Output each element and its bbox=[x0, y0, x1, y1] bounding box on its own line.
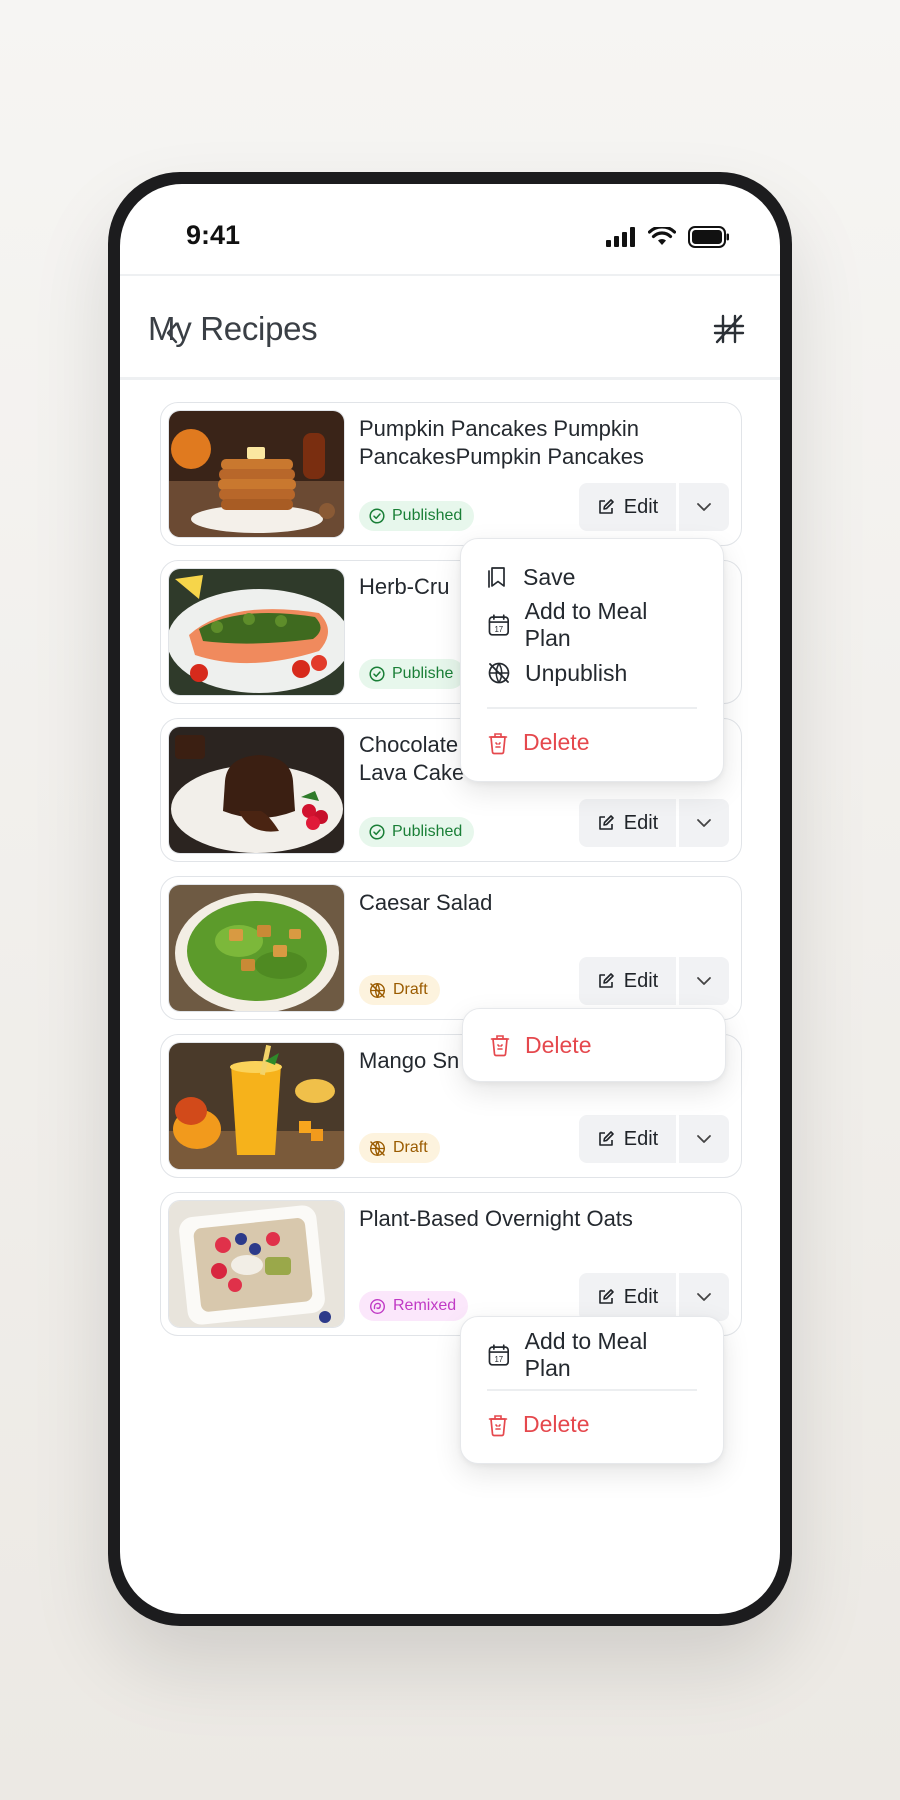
recipe-image bbox=[168, 726, 345, 854]
status-badge: Published bbox=[359, 817, 475, 847]
remixed-actions-menu: 17 Add to Meal Plan Delete bbox=[460, 1316, 724, 1464]
page-header: My Recipes bbox=[120, 276, 780, 380]
edit-label: Edit bbox=[623, 969, 659, 992]
bookmark-icon bbox=[488, 567, 505, 588]
menu-save[interactable]: Save bbox=[461, 553, 723, 601]
edit-icon bbox=[598, 973, 614, 988]
status-bar: 9:41 bbox=[120, 184, 780, 274]
menu-save-label: Save bbox=[523, 563, 576, 590]
phone-frame: 9:41 My Recipes Pumpkin Pancakes Pumpkin… bbox=[108, 172, 792, 1626]
menu-delete-label: Delete bbox=[523, 729, 590, 755]
menu-unpublish-label: Unpublish bbox=[525, 659, 628, 686]
recipe-title: Caesar Salad bbox=[359, 890, 493, 915]
edit-icon bbox=[598, 1289, 614, 1304]
screen: 9:41 My Recipes Pumpkin Pancakes Pumpkin… bbox=[120, 184, 780, 1614]
menu-meal-plan-label: Add to Meal Plan bbox=[524, 1328, 648, 1381]
chevron-down-icon bbox=[697, 1293, 711, 1301]
menu-meal-plan-label: Add to Meal Plan bbox=[524, 598, 648, 651]
recipe-title: Plant-Based Overnight Oats bbox=[359, 1206, 633, 1231]
more-actions-button[interactable] bbox=[679, 799, 729, 847]
globe-off-icon bbox=[369, 982, 386, 998]
edit-button[interactable]: Edit bbox=[579, 1273, 676, 1321]
trash-icon bbox=[488, 732, 508, 754]
signal-icon bbox=[606, 227, 635, 247]
status-badge: Draft bbox=[359, 975, 440, 1005]
status-badge: Publishe bbox=[359, 659, 466, 689]
chevron-down-icon bbox=[697, 977, 711, 985]
status-label: Published bbox=[392, 823, 463, 840]
calendar-icon: 17 bbox=[488, 1344, 510, 1366]
menu-delete-label: Delete bbox=[525, 1031, 592, 1058]
chevron-down-icon bbox=[697, 819, 711, 827]
menu-delete-label: Delete bbox=[523, 1411, 590, 1437]
recipe-image bbox=[168, 1200, 345, 1328]
edit-icon bbox=[598, 1131, 614, 1146]
more-actions-button[interactable] bbox=[679, 1273, 729, 1321]
back-chevron-icon[interactable] bbox=[164, 320, 180, 346]
menu-delete[interactable]: Delete bbox=[463, 1021, 725, 1069]
recipe-title: Chocolate Lava Cake bbox=[359, 732, 465, 785]
svg-text:17: 17 bbox=[494, 625, 503, 634]
menu-delete[interactable]: Delete bbox=[461, 719, 723, 767]
menu-add-to-meal-plan[interactable]: 17 Add to Meal Plan bbox=[461, 1328, 723, 1381]
chevron-down-icon bbox=[697, 503, 711, 511]
remix-icon bbox=[369, 1298, 386, 1314]
recipe-image bbox=[168, 1042, 345, 1170]
edit-icon bbox=[598, 815, 614, 830]
status-badge: Remixed bbox=[359, 1291, 469, 1321]
status-time: 9:41 bbox=[186, 220, 241, 250]
check-circle-icon bbox=[369, 666, 385, 682]
edit-label: Edit bbox=[623, 495, 659, 518]
recipe-card[interactable]: Plant-Based Overnight Oats Remixed Edit bbox=[160, 1192, 742, 1336]
recipe-image bbox=[168, 884, 345, 1012]
edit-icon bbox=[598, 499, 614, 514]
check-circle-icon bbox=[369, 824, 385, 840]
more-actions-button[interactable] bbox=[679, 483, 729, 531]
status-badge: Published bbox=[359, 501, 475, 531]
globe-off-icon bbox=[488, 662, 510, 684]
menu-divider bbox=[487, 707, 697, 709]
recipe-image bbox=[168, 410, 345, 538]
recipe-image bbox=[168, 568, 345, 696]
grid-toggle-icon[interactable] bbox=[712, 312, 746, 346]
menu-add-to-meal-plan[interactable]: 17 Add to Meal Plan bbox=[461, 598, 723, 651]
status-label: Draft bbox=[393, 1139, 428, 1156]
draft-actions-menu: Delete bbox=[462, 1008, 726, 1082]
status-badge: Draft bbox=[359, 1133, 440, 1163]
edit-button[interactable]: Edit bbox=[579, 1115, 676, 1163]
wifi-icon bbox=[648, 227, 676, 245]
status-label: Remixed bbox=[393, 1297, 457, 1314]
edit-button[interactable]: Edit bbox=[579, 483, 676, 531]
recipe-card[interactable]: Caesar Salad Draft Edit bbox=[160, 876, 742, 1020]
globe-off-icon bbox=[369, 1140, 386, 1156]
edit-label: Edit bbox=[623, 1285, 659, 1308]
published-actions-menu: Save 17 Add to Meal Plan Unpublish Delet… bbox=[460, 538, 724, 782]
recipe-title: Pumpkin Pancakes Pumpkin PancakesPumpkin… bbox=[359, 416, 644, 469]
more-actions-button[interactable] bbox=[679, 957, 729, 1005]
edit-label: Edit bbox=[623, 1127, 659, 1150]
edit-button[interactable]: Edit bbox=[579, 799, 676, 847]
status-icons bbox=[606, 226, 730, 248]
battery-icon bbox=[688, 226, 729, 248]
menu-delete[interactable]: Delete bbox=[461, 1401, 723, 1449]
menu-divider bbox=[487, 1389, 697, 1391]
more-actions-button[interactable] bbox=[679, 1115, 729, 1163]
check-circle-icon bbox=[369, 508, 385, 524]
chevron-down-icon bbox=[697, 1135, 711, 1143]
trash-icon bbox=[488, 1414, 508, 1436]
calendar-icon: 17 bbox=[488, 614, 510, 636]
svg-text:17: 17 bbox=[494, 1355, 503, 1364]
edit-label: Edit bbox=[623, 811, 659, 834]
status-label: Publishe bbox=[392, 665, 454, 682]
trash-icon bbox=[490, 1035, 510, 1057]
status-label: Published bbox=[392, 507, 463, 524]
edit-button[interactable]: Edit bbox=[579, 957, 676, 1005]
status-label: Draft bbox=[393, 981, 428, 998]
menu-unpublish[interactable]: Unpublish bbox=[461, 649, 723, 697]
recipe-card[interactable]: Pumpkin Pancakes Pumpkin PancakesPumpkin… bbox=[160, 402, 742, 546]
